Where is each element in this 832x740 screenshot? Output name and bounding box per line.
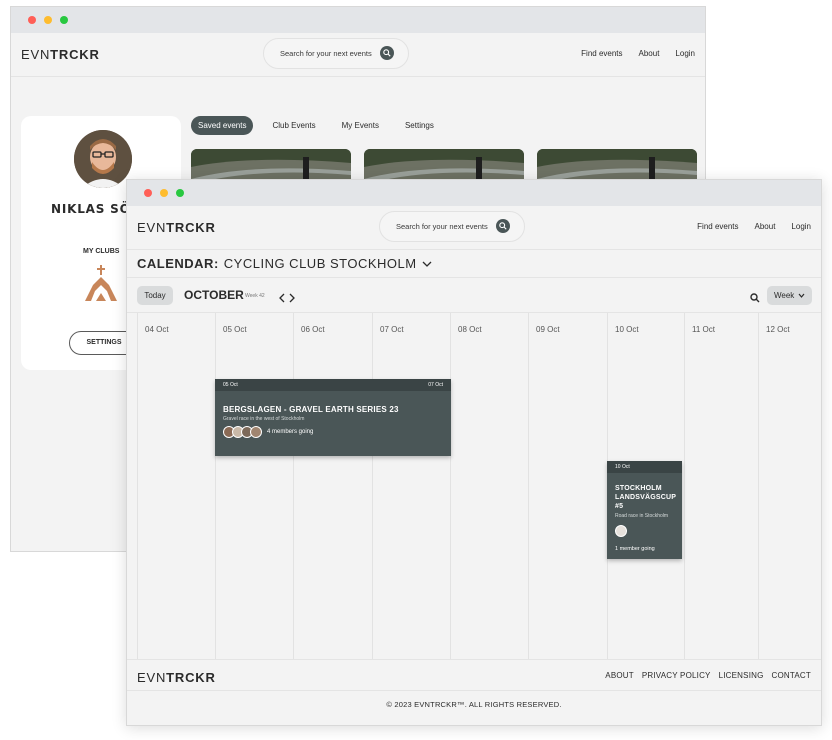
day-label: 07 Oct (380, 325, 404, 334)
club-logo-icon[interactable] (83, 263, 119, 308)
tab-club-events[interactable]: Club Events (265, 116, 322, 135)
brand-logo[interactable]: EVNTRCKR (21, 47, 100, 62)
footer-link-licensing[interactable]: LICENSING (719, 671, 764, 680)
calendar-title: CALENDAR: CYCLING CLUB STOCKHOLM (137, 256, 432, 271)
day-column[interactable] (528, 313, 529, 659)
event-title: BERGSLAGEN - GRAVEL EARTH SERIES 23 (223, 405, 399, 414)
view-selector[interactable]: Week (767, 286, 812, 305)
event-attendees: 4 members going (223, 426, 443, 438)
search-bar[interactable]: Search for your next events (379, 211, 525, 242)
day-column[interactable] (137, 313, 138, 659)
search-icon (383, 49, 391, 57)
nav-links: Find events About Login (581, 49, 695, 58)
event-going-count: 4 members going (267, 429, 314, 435)
day-label: 09 Oct (536, 325, 560, 334)
tab-settings[interactable]: Settings (398, 116, 441, 135)
tab-my-events[interactable]: My Events (335, 116, 386, 135)
nav-login[interactable]: Login (675, 49, 695, 58)
copyright: © 2023 EVNTRCKR™. ALL RIGHTS RESERVED. (386, 700, 562, 709)
calendar-event[interactable]: 10 Oct STOCKHOLM LANDSVÄGSCUP #5 Road ra… (607, 461, 682, 559)
calendar-window: EVNTRCKR Search for your next events Fin… (126, 179, 822, 726)
maximize-window-button[interactable] (176, 189, 184, 197)
close-window-button[interactable] (28, 16, 36, 24)
day-label: 05 Oct (223, 325, 247, 334)
calendar-label: CALENDAR: (137, 256, 219, 271)
day-label: 12 Oct (766, 325, 790, 334)
footer-link-contact[interactable]: CONTACT (772, 671, 811, 680)
day-column[interactable] (372, 313, 373, 659)
footer-links: ABOUT PRIVACY POLICY LICENSING CONTACT (605, 671, 811, 680)
chevron-right-icon[interactable] (289, 293, 295, 303)
period-navigation (279, 290, 295, 308)
search-bar[interactable]: Search for your next events (263, 38, 409, 69)
brand-logo[interactable]: EVNTRCKR (137, 220, 216, 235)
event-end-date: 07 Oct (428, 382, 443, 388)
top-navbar: EVNTRCKR Search for your next events Fin… (127, 206, 821, 250)
top-navbar: EVNTRCKR Search for your next events Fin… (11, 33, 705, 77)
week-number: Week 42 (245, 293, 265, 299)
footer-link-about[interactable]: ABOUT (605, 671, 634, 680)
event-attendees (615, 522, 674, 540)
nav-links: Find events About Login (697, 222, 811, 231)
today-button[interactable]: Today (137, 286, 173, 305)
minimize-window-button[interactable] (44, 16, 52, 24)
avatar (74, 130, 132, 188)
my-clubs-heading: MY CLUBS (83, 248, 120, 255)
day-column[interactable] (450, 313, 451, 659)
event-subtitle: Gravel race in the west of Stockholm (223, 416, 305, 422)
divider (127, 277, 821, 278)
month-label: OCTOBER (184, 288, 244, 302)
profile-tabs: Saved events Club Events My Events Setti… (191, 116, 441, 135)
day-label: 11 Oct (692, 325, 715, 334)
day-label: 04 Oct (145, 325, 169, 334)
day-label: 08 Oct (458, 325, 482, 334)
nav-about[interactable]: About (755, 222, 776, 231)
nav-find-events[interactable]: Find events (697, 222, 738, 231)
maximize-window-button[interactable] (60, 16, 68, 24)
club-selector[interactable]: CYCLING CLUB STOCKHOLM (224, 256, 417, 271)
window-titlebar (11, 7, 705, 33)
event-start-date: 05 Oct (223, 382, 238, 388)
close-window-button[interactable] (144, 189, 152, 197)
calendar-event[interactable]: 05 Oct 07 Oct BERGSLAGEN - GRAVEL EARTH … (215, 379, 451, 456)
event-date-bar: 10 Oct (607, 461, 682, 473)
search-input[interactable]: Search for your next events (396, 222, 488, 231)
nav-find-events[interactable]: Find events (581, 49, 622, 58)
day-column[interactable] (684, 313, 685, 659)
nav-login[interactable]: Login (791, 222, 811, 231)
event-title: STOCKHOLM LANDSVÄGSCUP #5 (615, 485, 677, 510)
nav-about[interactable]: About (639, 49, 660, 58)
day-column[interactable] (293, 313, 294, 659)
tab-saved-events[interactable]: Saved events (191, 116, 254, 135)
search-button[interactable] (380, 46, 394, 60)
chevron-down-icon (798, 293, 805, 298)
window-titlebar (127, 180, 821, 206)
day-label: 10 Oct (615, 325, 639, 334)
event-start-date: 10 Oct (615, 464, 630, 470)
footer-logo[interactable]: EVNTRCKR (137, 670, 216, 685)
day-column[interactable] (758, 313, 759, 659)
view-selector-label: Week (774, 291, 795, 300)
event-date-bar: 05 Oct 07 Oct (215, 379, 451, 391)
calendar-grid: 04 Oct 05 Oct 06 Oct 07 Oct 08 Oct 09 Oc… (127, 313, 821, 659)
page-footer: EVNTRCKR ABOUT PRIVACY POLICY LICENSING … (127, 659, 821, 725)
search-icon (499, 222, 507, 230)
calendar-search-icon[interactable] (750, 290, 760, 308)
search-button[interactable] (496, 219, 510, 233)
day-column[interactable] (215, 313, 216, 659)
chevron-down-icon[interactable] (422, 260, 432, 268)
member-avatar (250, 426, 262, 438)
divider (127, 690, 821, 691)
footer-link-privacy[interactable]: PRIVACY POLICY (642, 671, 711, 680)
day-label: 06 Oct (301, 325, 325, 334)
member-avatar (615, 524, 627, 537)
event-subtitle: Road race in Stockholm (615, 513, 669, 519)
event-going-count: 1 member going (615, 546, 655, 552)
search-input[interactable]: Search for your next events (280, 49, 372, 58)
minimize-window-button[interactable] (160, 189, 168, 197)
chevron-left-icon[interactable] (279, 293, 285, 303)
